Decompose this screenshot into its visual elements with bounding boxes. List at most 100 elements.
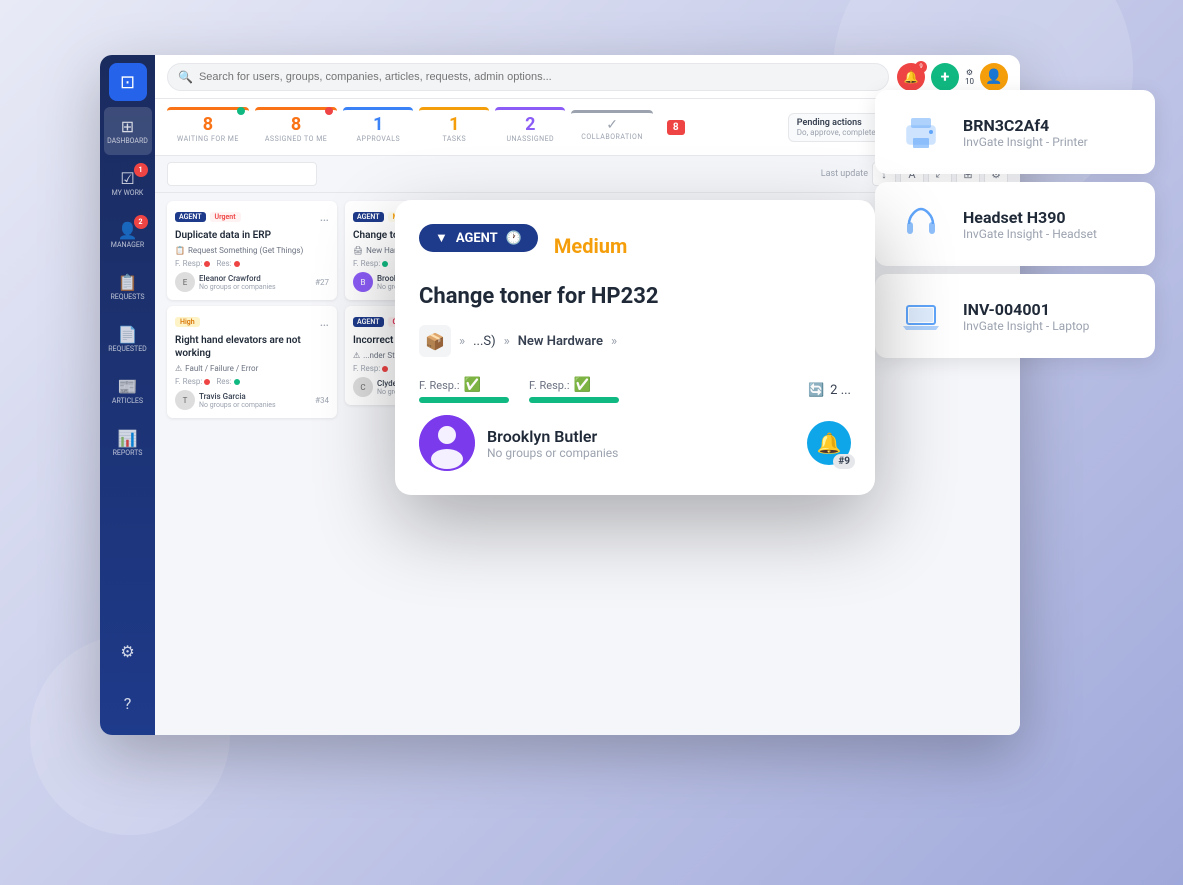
pending-badge-area: 8 <box>667 120 685 135</box>
stat-waiting[interactable]: 8 WAITING FOR ME <box>167 107 249 147</box>
ticket-title: Right hand elevators are not working <box>175 334 329 360</box>
agent-sub: No groups or companies <box>199 283 276 291</box>
category-icon: 🖨 <box>353 246 363 255</box>
asset-title: INV-004001 <box>963 300 1089 319</box>
stat-approvals[interactable]: 1 APPROVALS <box>343 107 413 147</box>
pending-card[interactable]: Pending actions Do, approve, complete <box>788 113 885 142</box>
stat-unassigned[interactable]: 2 UNASSIGNED <box>495 107 565 147</box>
overlay-user-info: Brooklyn Butler No groups or companies <box>487 427 618 460</box>
resp-dot <box>382 366 388 372</box>
overlay-notif-btn[interactable]: 🔔 #9 <box>807 421 851 465</box>
category-icon: ⚠ <box>175 364 182 373</box>
agent-avatar: B <box>353 272 373 292</box>
resp-item-2: F. Resp.: ✅ <box>529 377 619 403</box>
stat-label: TASKS <box>442 135 466 143</box>
asset-subtitle: InvGate Insight - Printer <box>963 135 1088 149</box>
overlay-user: Brooklyn Butler No groups or companies 🔔… <box>419 415 851 471</box>
app-logo[interactable]: ⊡ <box>109 63 147 101</box>
settings-count: 10 <box>965 77 974 86</box>
sidebar-item-manager[interactable]: 2 👤 MANAGER <box>104 211 152 259</box>
my-work-icon: ☑ <box>120 169 134 188</box>
res-label: Res: <box>216 377 231 386</box>
breadcrumb-middle: New Hardware <box>518 334 603 349</box>
stat-tasks[interactable]: 1 TASKS <box>419 107 489 147</box>
stat-number: 1 <box>373 114 383 135</box>
sidebar-item-my-work[interactable]: 1 ☑ MY WORK <box>104 159 152 207</box>
ticket-header: High … <box>175 314 329 330</box>
asset-card-printer[interactable]: BRN3C2Af4 InvGate Insight - Printer <box>875 90 1155 174</box>
category-icon: 📋 <box>175 246 185 255</box>
ticket-id: #27 <box>315 278 329 287</box>
asset-card-headset[interactable]: Headset H390 InvGate Insight - Headset <box>875 182 1155 266</box>
meta-res: Res: <box>216 259 239 268</box>
overlay-userinfo: No groups or companies <box>487 446 618 460</box>
ticket-card-t1[interactable]: AGENT Urgent … Duplicate data in ERP 📋 R… <box>167 201 337 300</box>
cycle-icon: 🔄 <box>808 383 824 398</box>
agent-badge: AGENT <box>175 212 206 222</box>
printer-svg <box>899 110 943 154</box>
more-icon[interactable]: … <box>320 209 329 225</box>
sidebar-item-help[interactable]: ? <box>104 679 152 727</box>
resp-label-1: F. Resp.: ✅ <box>419 377 509 393</box>
resp-item-1: F. Resp.: ✅ <box>419 377 509 403</box>
asset-card-laptop[interactable]: INV-004001 InvGate Insight - Laptop <box>875 274 1155 358</box>
ticket-meta: F. Resp: Res: <box>175 377 329 386</box>
agent-badge: AGENT <box>353 317 384 327</box>
ticket-title: Duplicate data in ERP <box>175 229 329 242</box>
breadcrumb-arrow: » <box>459 334 465 349</box>
notif-badge: #9 <box>833 454 855 469</box>
agent-badge: AGENT <box>353 212 384 222</box>
sidebar-item-dashboard[interactable]: ⊞ DASHBOARD <box>104 107 152 155</box>
ticket-header: AGENT Urgent … <box>175 209 329 225</box>
stat-collaboration[interactable]: ✓ COLLABORATION <box>571 110 653 145</box>
stat-number: 8 <box>291 114 301 135</box>
sidebar-item-articles[interactable]: 📰 ARTICLES <box>104 367 152 415</box>
ticket-footer: E Eleanor Crawford No groups or companie… <box>175 272 329 292</box>
asset-info-headset: Headset H390 InvGate Insight - Headset <box>963 208 1097 241</box>
sidebar-item-requested[interactable]: 📄 REQUESTED <box>104 315 152 363</box>
meta-resp: F. Resp: <box>353 259 388 268</box>
ticket-card-t5[interactable]: High … Right hand elevators are not work… <box>167 306 337 418</box>
check-icon-2: ✅ <box>573 377 590 393</box>
avatar-btn[interactable]: 👤 <box>980 63 1008 91</box>
add-btn[interactable]: + <box>931 63 959 91</box>
search-input[interactable] <box>199 71 878 83</box>
sidebar-item-label: DASHBOARD <box>107 138 148 145</box>
resp-dot <box>204 261 210 267</box>
sidebar: ⊡ ⊞ DASHBOARD 1 ☑ MY WORK 2 👤 MANAGER 📋 … <box>100 55 155 735</box>
nav-actions: 🔔 9 + ⚙ 10 👤 <box>897 63 1008 91</box>
agent-name: Eleanor Crawford <box>199 274 276 283</box>
overlay-priority-label: Medium <box>554 234 627 258</box>
ticket-meta: F. Resp: Res: <box>175 259 329 268</box>
notifications-btn[interactable]: 🔔 9 <box>897 63 925 91</box>
filter-input[interactable] <box>167 162 317 186</box>
sidebar-item-label: REQUESTED <box>108 346 147 353</box>
resp-bar-2 <box>529 397 619 403</box>
asset-title: Headset H390 <box>963 208 1097 227</box>
stat-assigned[interactable]: 8 ASSIGNED TO ME <box>255 107 337 147</box>
overlay-ticket-title: Change toner for HP232 <box>419 284 851 309</box>
stat-dot-assigned <box>325 107 333 115</box>
sidebar-item-requests[interactable]: 📋 REQUESTS <box>104 263 152 311</box>
stat-number: 1 <box>449 114 459 135</box>
check-icon-1: ✅ <box>463 377 480 393</box>
headset-svg <box>899 202 943 246</box>
search-bar[interactable]: 🔍 <box>167 63 889 91</box>
more-icon[interactable]: … <box>320 314 329 330</box>
sidebar-item-reports[interactable]: 📊 REPORTS <box>104 419 152 467</box>
bell-icon: 🔔 <box>817 431 842 455</box>
breadcrumb-icon: 📦 <box>419 325 451 357</box>
user-avatar-icon: 👤 <box>985 69 1002 85</box>
category-icon: ⚠ <box>353 351 360 360</box>
printer-icon-container <box>895 106 947 158</box>
asset-subtitle: InvGate Insight - Headset <box>963 227 1097 241</box>
requested-icon: 📄 <box>118 325 138 344</box>
sidebar-item-label: MANAGER <box>111 242 144 249</box>
stat-label: COLLABORATION <box>581 133 643 141</box>
search-icon: 🔍 <box>178 70 193 84</box>
resp-label: F. Resp: <box>353 259 380 268</box>
pending-desc: Do, approve, complete <box>797 128 876 137</box>
res-dot <box>234 379 240 385</box>
sidebar-item-settings[interactable]: ⚙ <box>104 627 152 675</box>
articles-icon: 📰 <box>118 377 138 396</box>
